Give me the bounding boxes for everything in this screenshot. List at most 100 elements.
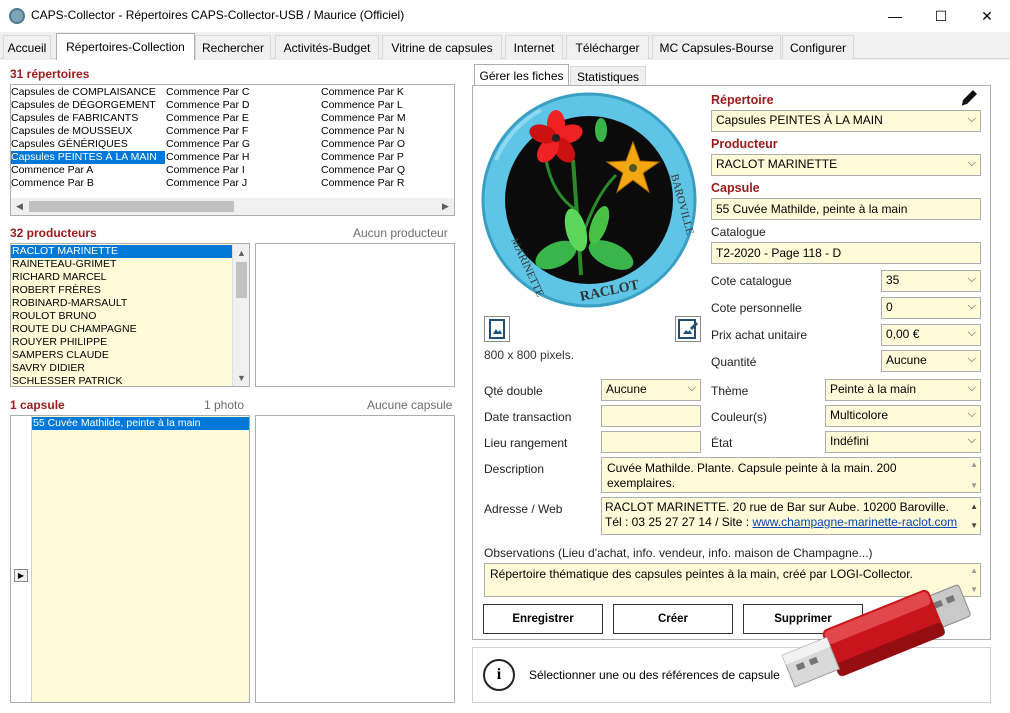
repertoires-list[interactable]: Capsules de COMPLAISANCE Capsules de DÉG… [10, 84, 455, 216]
qte-double-select[interactable]: Aucune ⌵ [601, 379, 701, 401]
list-item[interactable]: Capsules de MOUSSEUX [11, 125, 132, 138]
scroll-thumb[interactable] [236, 262, 247, 298]
scroll-down-icon[interactable]: ▼ [970, 481, 978, 490]
tab-repertoires-collection[interactable]: Répertoires-Collection [56, 33, 195, 60]
list-item[interactable]: Commence Par P [321, 151, 404, 164]
scroll-up-icon[interactable]: ▲ [970, 566, 978, 575]
tab-vitrine[interactable]: Vitrine de capsules [382, 35, 502, 59]
producteurs-secondary-list[interactable] [255, 243, 455, 387]
producteurs-list[interactable]: RACLOT MARINETTE RAINETEAU-GRIMET RICHAR… [10, 243, 250, 387]
create-button[interactable]: Créer [613, 604, 733, 634]
info-icon: i [483, 659, 515, 691]
edit-pencil-icon[interactable] [958, 87, 980, 109]
lieu-rangement-field[interactable] [601, 431, 701, 453]
description-field[interactable]: Cuvée Mathilde. Plante. Capsule peinte à… [601, 457, 981, 493]
list-item[interactable]: Commence Par L [321, 99, 403, 112]
catalogue-field[interactable]: T2-2020 - Page 118 - D [711, 242, 981, 264]
list-item[interactable]: SAMPERS CLAUDE [12, 349, 109, 362]
scroll-up-icon[interactable]: ▲ [233, 244, 250, 261]
list-item-selected[interactable]: RACLOT MARINETTE [11, 245, 232, 258]
minimize-button[interactable]: — [872, 0, 918, 32]
horizontal-scrollbar[interactable]: ◀ ▶ [11, 198, 454, 215]
prix-achat-select[interactable]: 0,00 € ⌵ [881, 324, 981, 346]
tab-gerer-fiches[interactable]: Gérer les fiches [474, 64, 569, 86]
list-item[interactable]: ROUTE DU CHAMPAGNE [12, 323, 137, 336]
date-transaction-field[interactable] [601, 405, 701, 427]
capsule-name-field[interactable]: 55 Cuvée Mathilde, peinte à la main [711, 198, 981, 220]
tab-internet[interactable]: Internet [505, 35, 563, 59]
usb-drive-image [781, 584, 971, 688]
quantite-label: Quantité [711, 355, 757, 369]
list-item[interactable]: Commence Par Q [321, 164, 405, 177]
list-item[interactable]: Commence Par K [321, 86, 404, 99]
producteur-select[interactable]: RACLOT MARINETTE ⌵ [711, 154, 981, 176]
list-item[interactable]: Capsules de FABRICANTS [11, 112, 138, 125]
row-pointer-icon[interactable]: ▶ [14, 569, 28, 582]
list-item[interactable]: ROULOT BRUNO [12, 310, 96, 323]
cote-personnelle-select[interactable]: 0 ⌵ [881, 297, 981, 319]
list-item[interactable]: Capsules de COMPLAISANCE [11, 86, 156, 99]
list-item[interactable]: Commence Par B [11, 177, 94, 190]
list-item[interactable]: Capsules de DÉGORGEMENT [11, 99, 156, 112]
scroll-up-icon[interactable]: ▲ [970, 460, 978, 469]
list-item[interactable]: Commence Par N [321, 125, 404, 138]
list-item[interactable]: ROBERT FRÈRES [12, 284, 101, 297]
info-text: Sélectionner une ou des références de ca… [529, 668, 780, 682]
list-item[interactable]: RAINETEAU-GRIMET [12, 258, 116, 271]
etat-select[interactable]: Indéfini ⌵ [825, 431, 981, 453]
list-item[interactable]: Commence Par O [321, 138, 405, 151]
list-item[interactable]: Commence Par F [166, 125, 248, 138]
list-item[interactable]: Commence Par C [166, 86, 249, 99]
save-button[interactable]: Enregistrer [483, 604, 603, 634]
list-item[interactable]: RICHARD MARCEL [12, 271, 107, 284]
couleurs-select[interactable]: Multicolore ⌵ [825, 405, 981, 427]
window-title: CAPS-Collector - Répertoires CAPS-Collec… [31, 8, 405, 22]
tab-activites-budget[interactable]: Activités-Budget [275, 35, 379, 59]
list-item[interactable]: Commence Par M [321, 112, 406, 125]
list-item[interactable]: Commence Par R [321, 177, 404, 190]
adresse-field[interactable]: RACLOT MARINETTE. 20 rue de Bar sur Aube… [601, 497, 981, 535]
list-item[interactable]: SAVRY DIDIER [12, 362, 85, 375]
tab-configurer[interactable]: Configurer [782, 35, 854, 59]
tab-mc-capsules-bourse[interactable]: MC Capsules-Bourse [652, 35, 781, 59]
capsules-list[interactable]: ▶ 55 Cuvée Mathilde, peinte à la main [10, 415, 250, 703]
list-item-selected[interactable]: 55 Cuvée Mathilde, peinte à la main [32, 417, 249, 430]
tab-accueil[interactable]: Accueil [3, 35, 51, 59]
list-item[interactable]: Commence Par I [166, 164, 245, 177]
image-view-icon[interactable] [484, 316, 510, 342]
scroll-down-icon[interactable]: ▼ [233, 369, 250, 386]
close-button[interactable]: ✕ [964, 0, 1010, 32]
list-item[interactable]: ROBINARD-MARSAULT [12, 297, 127, 310]
list-item[interactable]: Capsules GÉNÉRIQUES [11, 138, 128, 151]
prix-achat-label: Prix achat unitaire [711, 328, 808, 342]
image-edit-icon[interactable] [675, 316, 701, 342]
quantite-select[interactable]: Aucune ⌵ [881, 350, 981, 372]
list-item[interactable]: Commence Par J [166, 177, 247, 190]
tab-rechercher[interactable]: Rechercher [195, 35, 271, 59]
repertoires-title: 31 répertoires [10, 67, 90, 81]
capsules-secondary-list[interactable] [255, 415, 455, 703]
list-item[interactable]: Commence Par H [166, 151, 249, 164]
capsule-photo: MARINETTE BAROVILLE RACLOT [481, 92, 697, 308]
repertoire-select[interactable]: Capsules PEINTES À LA MAIN ⌵ [711, 110, 981, 132]
cote-catalogue-select[interactable]: 35 ⌵ [881, 270, 981, 292]
list-item[interactable]: SCHLESSER PATRICK [12, 375, 122, 388]
scroll-right-icon[interactable]: ▶ [437, 198, 454, 215]
vertical-scrollbar[interactable]: ▲ ▼ [232, 244, 249, 386]
maximize-button[interactable]: ☐ [918, 0, 964, 32]
list-item[interactable]: Commence Par E [166, 112, 249, 125]
list-item[interactable]: Commence Par A [11, 164, 93, 177]
list-item[interactable]: ROUYER PHILIPPE [12, 336, 107, 349]
scroll-thumb[interactable] [29, 201, 234, 212]
scroll-up-icon[interactable]: ▲ [970, 502, 978, 511]
scroll-left-icon[interactable]: ◀ [11, 198, 28, 215]
tab-telecharger[interactable]: Télécharger [566, 35, 649, 59]
list-item-selected[interactable]: Capsules PEINTES À LA MAIN [11, 151, 165, 164]
theme-select[interactable]: Peinte à la main ⌵ [825, 379, 981, 401]
scroll-down-icon[interactable]: ▼ [970, 521, 978, 530]
website-link[interactable]: www.champagne-marinette-raclot.com [752, 515, 957, 529]
list-item[interactable]: Commence Par D [166, 99, 249, 112]
list-item[interactable]: Commence Par G [166, 138, 250, 151]
cote-personnelle-label: Cote personnelle [711, 301, 802, 315]
tab-statistiques[interactable]: Statistiques [570, 66, 646, 86]
